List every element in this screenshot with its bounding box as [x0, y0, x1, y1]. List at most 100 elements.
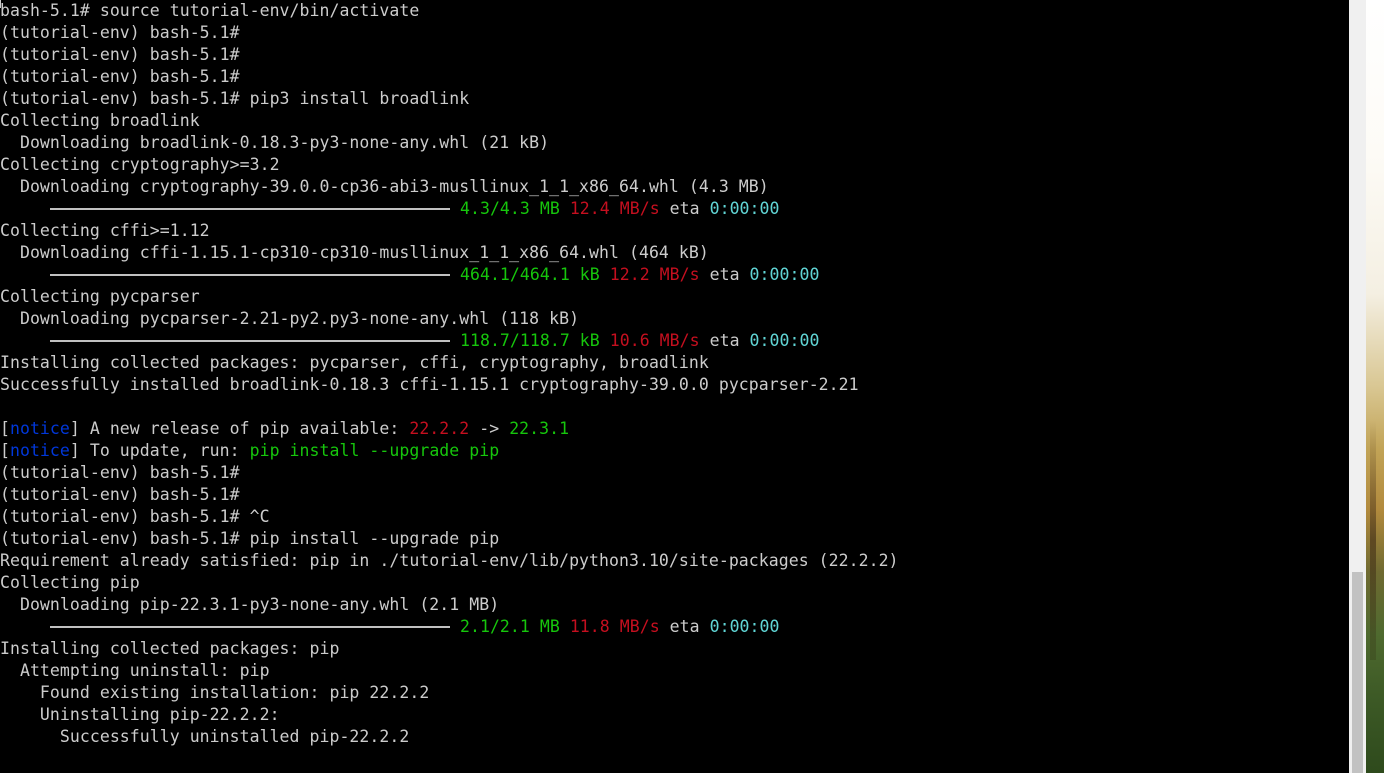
scrollbar-thumb[interactable] — [1352, 572, 1363, 773]
terminal-text-segment: Collecting broadlink — [0, 111, 200, 130]
terminal-text-segment: (tutorial-env) bash-5.1# pip3 install br… — [0, 89, 470, 108]
terminal-text-segment: eta — [659, 617, 710, 636]
terminal-text-segment: (tutorial-env) bash-5.1# — [0, 23, 240, 42]
terminal-text-segment: bash-5.1# source tutorial-env/bin/activa… — [0, 1, 420, 20]
terminal-text-segment: eta — [659, 199, 710, 218]
terminal-line: [notice] To update, run: pip install --u… — [0, 440, 899, 462]
terminal-line: Attempting uninstall: pip — [0, 660, 899, 682]
terminal-line: (tutorial-env) bash-5.1# — [0, 462, 899, 484]
terminal-text-segment: (tutorial-env) bash-5.1# ^C — [0, 507, 270, 526]
terminal-text-segment: [ — [0, 419, 10, 438]
terminal-text-segment: 464.1/464.1 kB — [460, 265, 600, 284]
terminal-line: Collecting broadlink — [0, 110, 899, 132]
terminal-text-segment: 118.7/118.7 kB — [460, 331, 600, 350]
terminal-text-segment: Collecting pycparser — [0, 287, 200, 306]
terminal-text-segment: 0:00:00 — [749, 265, 820, 284]
terminal-line: Collecting cryptography>=3.2 — [0, 154, 899, 176]
terminal-line: Installing collected packages: pycparser… — [0, 352, 899, 374]
terminal-line: Requirement already satisfied: pip in ./… — [0, 550, 899, 572]
terminal-text-segment: 0:00:00 — [749, 331, 820, 350]
terminal-text-segment: Requirement already satisfied: pip in ./… — [0, 551, 899, 570]
terminal-line: Downloading pycparser-2.21-py2.py3-none-… — [0, 308, 899, 330]
terminal-text-segment: Found existing installation: pip 22.2.2 — [0, 683, 430, 702]
terminal-text-segment: (tutorial-env) bash-5.1# — [0, 485, 240, 504]
terminal-text-segment: ] To update, run: — [69, 441, 250, 460]
terminal-line: Uninstalling pip-22.2.2: — [0, 704, 899, 726]
download-progress-bar — [50, 273, 450, 276]
terminal-text-segment: Downloading pip-22.3.1-py3-none-any.whl … — [0, 595, 500, 614]
terminal-text-segment: 12.2 MB/s — [609, 265, 700, 284]
terminal-line: Downloading cryptography-39.0.0-cp36-abi… — [0, 176, 899, 198]
terminal-line: 118.7/118.7 kB 10.6 MB/s eta 0:00:00 — [0, 330, 899, 352]
terminal-text-segment: 0:00:00 — [709, 199, 780, 218]
terminal-text-segment: Successfully installed broadlink-0.18.3 … — [0, 375, 859, 394]
terminal-line: Collecting cffi>=1.12 — [0, 220, 899, 242]
terminal-line: Successfully uninstalled pip-22.2.2 — [0, 726, 899, 748]
terminal-text-segment: 11.8 MB/s — [569, 617, 660, 636]
download-progress-bar — [50, 625, 450, 628]
terminal-text-segment: 12.4 MB/s — [569, 199, 660, 218]
terminal-text-segment: Collecting pip — [0, 573, 140, 592]
terminal-text-segment: Installing collected packages: pip — [0, 639, 340, 658]
terminal-line: (tutorial-env) bash-5.1# — [0, 44, 899, 66]
desktop-wallpaper — [1366, 0, 1384, 773]
terminal-line: (tutorial-env) bash-5.1# pip install --u… — [0, 528, 899, 550]
terminal-text-segment: 22.3.1 — [509, 419, 570, 438]
terminal-text-segment: Collecting cryptography>=3.2 — [0, 155, 280, 174]
terminal-text-segment: Uninstalling pip-22.2.2: — [0, 705, 280, 724]
terminal-line: Successfully installed broadlink-0.18.3 … — [0, 374, 899, 396]
terminal-line: Collecting pycparser — [0, 286, 899, 308]
terminal-text-segment: Installing collected packages: pycparser… — [0, 353, 709, 372]
terminal-output: bash-5.1# source tutorial-env/bin/activa… — [0, 0, 899, 748]
terminal-line: 2.1/2.1 MB 11.8 MB/s eta 0:00:00 — [0, 616, 899, 638]
terminal-text-segment: notice — [9, 441, 70, 460]
terminal-text-segment: eta — [699, 331, 750, 350]
terminal-window[interactable]: bash-5.1# source tutorial-env/bin/activa… — [0, 0, 1349, 773]
terminal-text-segment: eta — [699, 265, 750, 284]
terminal-text-segment: Successfully uninstalled pip-22.2.2 — [0, 727, 410, 746]
terminal-line: 4.3/4.3 MB 12.4 MB/s eta 0:00:00 — [0, 198, 899, 220]
terminal-line: [notice] A new release of pip available:… — [0, 418, 899, 440]
terminal-text-segment: Attempting uninstall: pip — [0, 661, 270, 680]
terminal-text-segment: 4.3/4.3 MB — [460, 199, 560, 218]
terminal-text-segment: Downloading cffi-1.15.1-cp310-cp310-musl… — [0, 243, 709, 262]
terminal-text-segment: pip install --upgrade pip — [249, 441, 500, 460]
terminal-line: Found existing installation: pip 22.2.2 — [0, 682, 899, 704]
download-progress-bar — [50, 339, 450, 342]
terminal-text-segment: (tutorial-env) bash-5.1# pip install --u… — [0, 529, 500, 548]
terminal-line: Installing collected packages: pip — [0, 638, 899, 660]
terminal-text-segment: 2.1/2.1 MB — [460, 617, 560, 636]
terminal-text-segment: Downloading broadlink-0.18.3-py3-none-an… — [0, 133, 550, 152]
terminal-text-segment: 0:00:00 — [709, 617, 780, 636]
terminal-line: (tutorial-env) bash-5.1# — [0, 484, 899, 506]
download-progress-bar — [50, 207, 450, 210]
terminal-line: Collecting pip — [0, 572, 899, 594]
terminal-text-segment: Collecting cffi>=1.12 — [0, 221, 210, 240]
terminal-text-segment: notice — [9, 419, 70, 438]
terminal-text-segment: 10.6 MB/s — [609, 331, 700, 350]
terminal-line: (tutorial-env) bash-5.1# ^C — [0, 506, 899, 528]
terminal-text-segment: (tutorial-env) bash-5.1# — [0, 463, 240, 482]
terminal-text-segment: Downloading cryptography-39.0.0-cp36-abi… — [0, 177, 769, 196]
terminal-line: (tutorial-env) bash-5.1# pip3 install br… — [0, 88, 899, 110]
terminal-line: (tutorial-env) bash-5.1# — [0, 66, 899, 88]
terminal-text-segment: -> — [469, 419, 510, 438]
terminal-text-segment: 22.2.2 — [409, 419, 470, 438]
terminal-text-segment: (tutorial-env) bash-5.1# — [0, 67, 240, 86]
terminal-text-segment: [ — [0, 441, 10, 460]
terminal-line: bash-5.1# source tutorial-env/bin/activa… — [0, 0, 899, 22]
terminal-line: Downloading broadlink-0.18.3-py3-none-an… — [0, 132, 899, 154]
terminal-text-segment: (tutorial-env) bash-5.1# — [0, 45, 240, 64]
vertical-scrollbar[interactable] — [1349, 0, 1366, 773]
terminal-line: 464.1/464.1 kB 12.2 MB/s eta 0:00:00 — [0, 264, 899, 286]
terminal-text-segment: Downloading pycparser-2.21-py2.py3-none-… — [0, 309, 580, 328]
terminal-line: Downloading pip-22.3.1-py3-none-any.whl … — [0, 594, 899, 616]
terminal-line: (tutorial-env) bash-5.1# — [0, 22, 899, 44]
terminal-text-segment: ] A new release of pip available: — [69, 419, 410, 438]
terminal-line: Downloading cffi-1.15.1-cp310-cp310-musl… — [0, 242, 899, 264]
